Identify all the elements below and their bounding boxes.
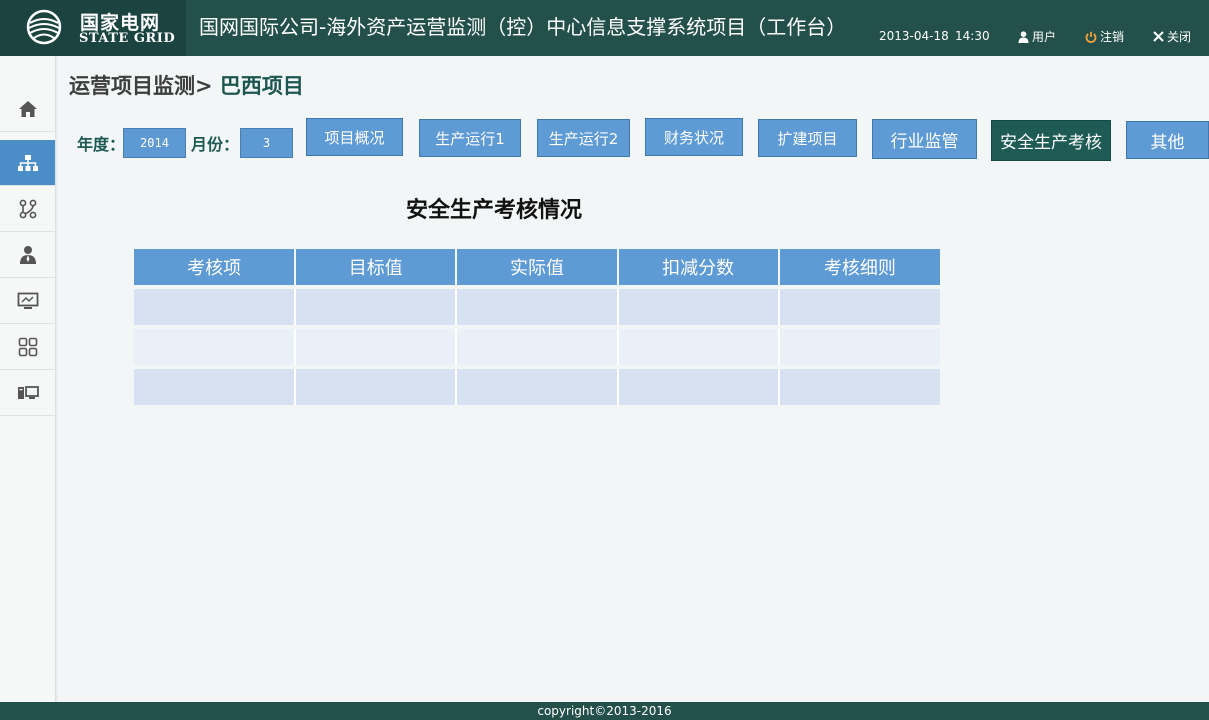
org-chart-icon xyxy=(17,154,38,171)
close-icon xyxy=(1153,31,1164,42)
state-grid-emblem-icon xyxy=(26,9,62,45)
column-header: 目标值 xyxy=(295,249,458,289)
table-row xyxy=(134,287,940,329)
table-cell xyxy=(778,327,940,369)
tab-production-1[interactable]: 生产运行1 xyxy=(419,119,521,157)
breadcrumb-current: 巴西项目 xyxy=(219,73,304,98)
table-cell xyxy=(295,367,458,409)
table-row xyxy=(134,367,940,409)
grid-icon xyxy=(18,337,37,356)
header-time: 14:30 xyxy=(955,29,990,43)
sidebar-item-monitor[interactable] xyxy=(0,278,55,324)
tab-other[interactable]: 其他 xyxy=(1126,121,1209,159)
sidebar-item-system[interactable] xyxy=(0,370,55,416)
assessment-table: 考核项 目标值 实际值 扣减分数 考核细则 xyxy=(134,249,940,409)
table-row xyxy=(134,327,940,369)
sidebar-item-home[interactable] xyxy=(0,86,55,132)
user-label: 用户 xyxy=(1032,30,1057,44)
home-icon xyxy=(18,100,37,117)
tab-production-2[interactable]: 生产运行2 xyxy=(537,119,630,157)
table-cell xyxy=(134,327,297,369)
breadcrumb: 运营项目监测> 巴西项目 xyxy=(69,70,304,100)
sidebar xyxy=(0,56,56,702)
table-cell xyxy=(456,367,619,409)
table-cell xyxy=(134,367,297,409)
column-header: 考核细则 xyxy=(778,249,940,289)
copyright-text: copyright©2013-2016 xyxy=(537,704,672,718)
table-cell xyxy=(617,327,780,369)
computer-icon xyxy=(17,385,39,399)
tab-financial-status[interactable]: 财务状况 xyxy=(645,118,743,156)
sidebar-item-personnel[interactable] xyxy=(0,232,55,278)
logout-button[interactable]: 注销 xyxy=(1085,28,1124,45)
top-header: 国家电网 STATE GRID 国网国际公司-海外资产运营监测（控）中心信息支撑… xyxy=(0,0,1209,56)
close-label: 关闭 xyxy=(1167,30,1192,44)
table-header-row: 考核项 目标值 实际值 扣减分数 考核细则 xyxy=(134,249,940,289)
person-icon xyxy=(19,245,36,264)
user-icon xyxy=(1018,30,1029,43)
tab-safety-assessment[interactable]: 安全生产考核 xyxy=(991,120,1111,161)
table-cell xyxy=(778,287,940,329)
table-cell xyxy=(295,287,458,329)
app-title: 国网国际公司-海外资产运营监测（控）中心信息支撑系统项目（工作台） xyxy=(199,15,847,39)
year-label: 年度： xyxy=(77,135,126,154)
column-header: 扣减分数 xyxy=(617,249,780,289)
tab-industry-regulation[interactable]: 行业监管 xyxy=(872,119,977,159)
table-cell xyxy=(778,367,940,409)
logout-label: 注销 xyxy=(1100,30,1125,44)
user-button[interactable]: 用户 xyxy=(1018,28,1056,45)
table-cell xyxy=(134,287,297,329)
table-cell xyxy=(456,327,619,369)
month-label: 月份： xyxy=(191,135,240,154)
sidebar-item-workflow[interactable] xyxy=(0,186,55,232)
year-field[interactable]: 2014 xyxy=(123,128,186,158)
footer: copyright©2013-2016 xyxy=(0,702,1209,720)
sidebar-item-org[interactable] xyxy=(0,140,55,186)
table-cell xyxy=(295,327,458,369)
logo: 国家电网 STATE GRID xyxy=(0,0,186,56)
section-title: 安全生产考核情况 xyxy=(406,197,583,223)
column-header: 实际值 xyxy=(456,249,619,289)
breadcrumb-parent[interactable]: 运营项目监测> xyxy=(69,73,213,98)
header-date: 2013-04-18 xyxy=(879,29,949,43)
monitor-icon xyxy=(17,292,38,309)
workflow-icon xyxy=(19,199,36,218)
table-cell xyxy=(617,367,780,409)
power-icon xyxy=(1085,31,1097,43)
table-cell xyxy=(617,287,780,329)
tab-expansion-project[interactable]: 扩建项目 xyxy=(758,119,857,157)
logo-english-text: STATE GRID xyxy=(79,31,176,46)
close-button[interactable]: 关闭 xyxy=(1153,28,1191,45)
tab-project-overview[interactable]: 项目概况 xyxy=(306,118,403,156)
table-cell xyxy=(456,287,619,329)
sidebar-divider xyxy=(55,56,58,702)
column-header: 考核项 xyxy=(134,249,297,289)
sidebar-item-apps[interactable] xyxy=(0,324,55,370)
month-field[interactable]: 3 xyxy=(240,128,293,158)
